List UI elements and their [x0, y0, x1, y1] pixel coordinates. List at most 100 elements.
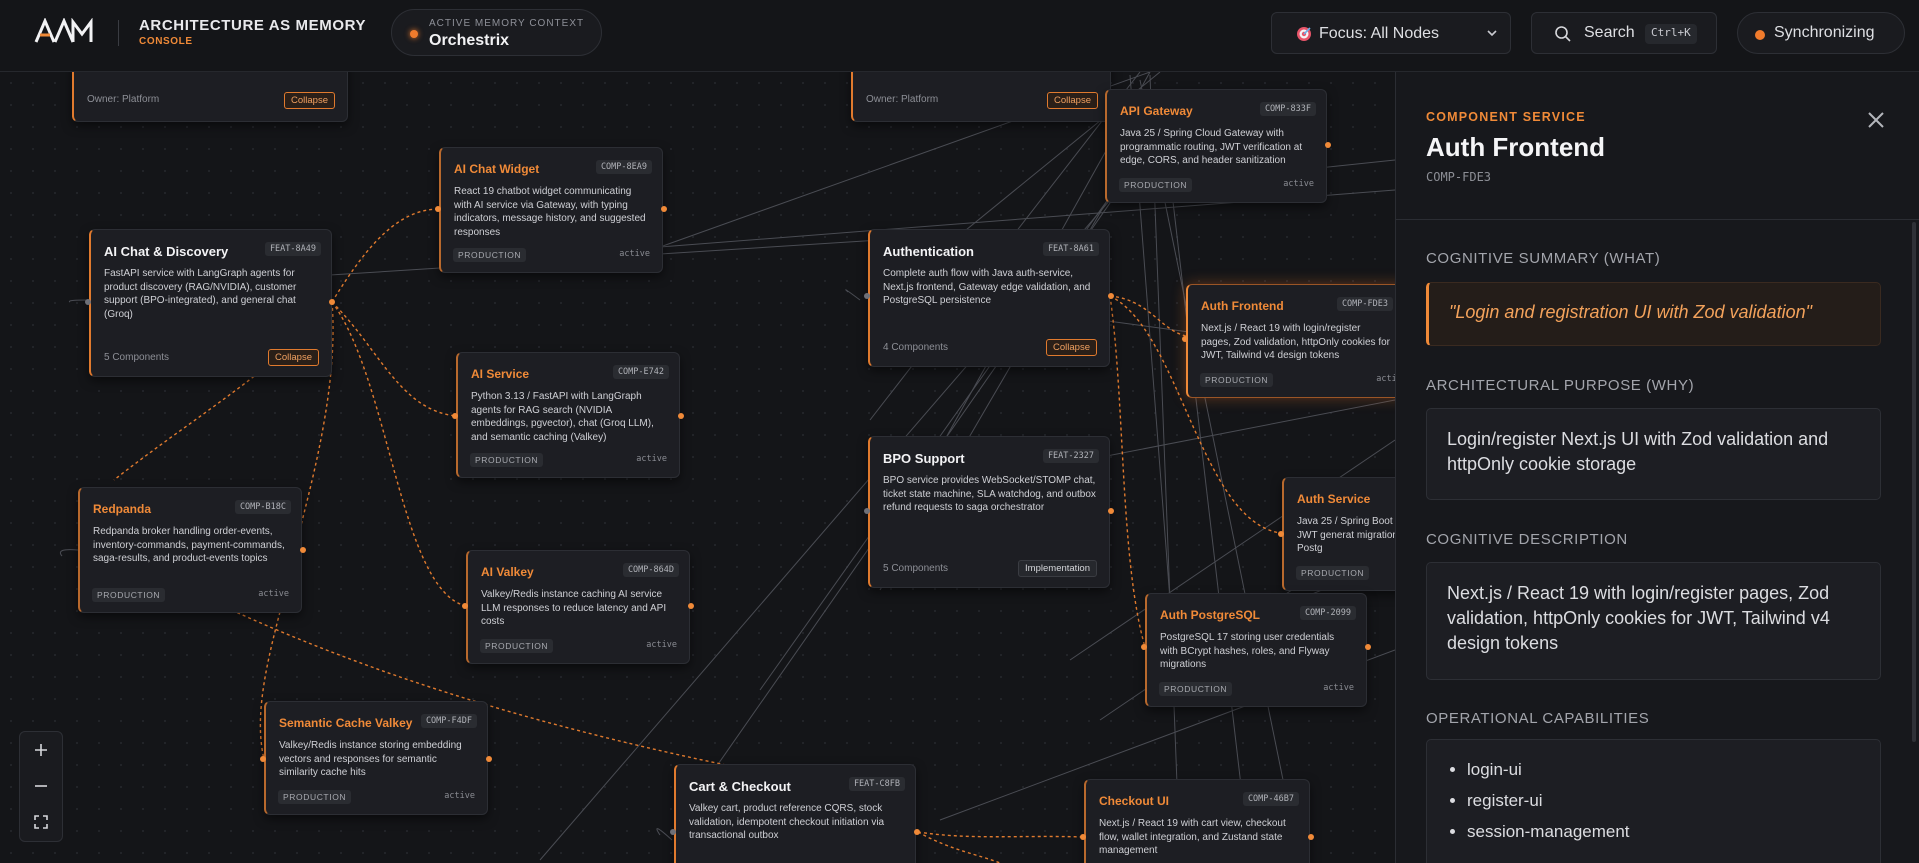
capabilities-heading: OPERATIONAL CAPABILITIES [1426, 710, 1650, 727]
feature-node-platform-left[interactable]: Owner: Platform Collapse [72, 72, 348, 122]
port-handle[interactable] [914, 829, 920, 835]
node-tag: PRODUCTION [1119, 178, 1193, 192]
node-description: PostgreSQL 17 storing user credentials w… [1160, 632, 1335, 670]
top-bar: ARCHITECTURE AS MEMORY CONSOLE ACTIVE ME… [0, 0, 1919, 72]
search-button[interactable]: Search Ctrl+K [1531, 12, 1717, 54]
port-handle[interactable] [486, 756, 492, 762]
component-node-auth-service[interactable]: Auth Service Java 25 / Spring Boot hashi… [1282, 477, 1395, 591]
port-handle[interactable] [688, 603, 694, 609]
port-handle[interactable] [1080, 834, 1086, 840]
feature-node-bpo-support[interactable]: BPO Support FEAT-2327 BPO service provid… [868, 436, 1110, 588]
port-handle[interactable] [1325, 142, 1331, 148]
node-id: COMP-F4DF [420, 714, 477, 728]
port-handle[interactable] [462, 603, 468, 609]
feature-node-ai-chat-discovery[interactable]: AI Chat & Discovery FEAT-8A49 FastAPI se… [89, 229, 332, 377]
node-id: COMP-B18C [234, 500, 291, 514]
collapse-button[interactable]: Collapse [1047, 92, 1098, 109]
graph-canvas[interactable]: Owner: Platform Collapse Owner: Platform… [0, 72, 1395, 863]
summary-heading: COGNITIVE SUMMARY (WHAT) [1426, 250, 1661, 267]
component-node-api-gateway[interactable]: API Gateway COMP-833F Java 25 / Spring C… [1105, 89, 1327, 203]
node-id: COMP-864D [622, 563, 679, 577]
node-id: COMP-2099 [1299, 606, 1356, 620]
component-node-auth-frontend[interactable]: Auth Frontend COMP-FDE3 Next.js / React … [1186, 284, 1395, 398]
collapse-button[interactable]: Collapse [268, 349, 319, 366]
node-description: Java 25 / Spring Cloud Gateway with prog… [1120, 128, 1303, 166]
port-handle[interactable] [452, 413, 458, 419]
node-status: active [1376, 374, 1395, 384]
focus-select[interactable]: Focus: All Nodes [1271, 12, 1511, 54]
feature-node-cart-checkout[interactable]: Cart & Checkout FEAT-C8FB Valkey cart, p… [674, 764, 916, 863]
collapse-button[interactable]: Collapse [284, 92, 335, 109]
collapse-button[interactable]: Collapse [1046, 339, 1097, 356]
node-title: Checkout UI [1099, 794, 1170, 808]
port-handle[interactable] [864, 293, 870, 299]
node-status: active [444, 791, 475, 801]
active-context-chip[interactable]: ACTIVE MEMORY CONTEXT Orchestrix [391, 9, 602, 56]
component-node-ai-service[interactable]: AI Service COMP-E742 Python 3.13 / FastA… [456, 352, 680, 478]
node-description: Next.js / React 19 with login/register p… [1201, 323, 1390, 361]
component-node-auth-postgresql[interactable]: Auth PostgreSQL COMP-2099 PostgreSQL 17 … [1145, 593, 1367, 707]
feature-node-authentication[interactable]: Authentication FEAT-8A61 Complete auth f… [868, 229, 1110, 367]
capabilities-list: login-ui register-ui session-management [1426, 739, 1881, 863]
node-owner: Owner: Platform [87, 94, 160, 105]
node-id: FEAT-8A61 [1042, 242, 1099, 256]
component-node-semantic-cache-valkey[interactable]: Semantic Cache Valkey COMP-F4DF Valkey/R… [264, 701, 488, 815]
panel-scrollbar[interactable] [1912, 222, 1916, 742]
port-handle[interactable] [670, 829, 676, 835]
node-title: AI Service [471, 367, 530, 381]
port-handle[interactable] [1182, 336, 1188, 342]
node-title: Auth PostgreSQL [1160, 608, 1261, 622]
panel-kicker: COMPONENT SERVICE [1426, 110, 1586, 124]
panel-id: COMP-FDE3 [1426, 170, 1492, 184]
node-id: COMP-8EA9 [595, 160, 652, 174]
node-id: FEAT-C8FB [848, 777, 905, 791]
port-handle[interactable] [864, 508, 870, 514]
port-handle[interactable] [1308, 834, 1314, 840]
zoom-in-button[interactable] [20, 732, 62, 768]
purpose-heading: ARCHITECTURAL PURPOSE (WHY) [1426, 377, 1695, 394]
node-title: AI Valkey [481, 565, 534, 579]
port-handle[interactable] [300, 547, 306, 553]
node-tag: PRODUCTION [278, 790, 352, 804]
component-node-redpanda[interactable]: Redpanda COMP-B18C Redpanda broker handl… [78, 487, 302, 613]
brand-subtitle: CONSOLE [139, 36, 193, 47]
component-node-checkout-ui[interactable]: Checkout UI COMP-46B7 Next.js / React 19… [1084, 779, 1310, 863]
zoom-out-button[interactable] [20, 768, 62, 804]
port-handle[interactable] [435, 206, 441, 212]
feature-node-platform-right[interactable]: Owner: Platform Collapse [851, 72, 1111, 122]
node-title: AI Chat Widget [454, 162, 540, 176]
node-description: Valkey/Redis instance caching AI service… [481, 589, 667, 627]
port-handle[interactable] [1108, 508, 1114, 514]
port-handle[interactable] [85, 299, 91, 305]
port-handle[interactable] [1108, 293, 1114, 299]
fit-view-button[interactable] [20, 804, 62, 840]
port-handle[interactable] [1365, 644, 1371, 650]
node-title: Auth Frontend [1201, 299, 1284, 313]
node-tag: PRODUCTION [470, 453, 544, 467]
node-description: Java 25 / Spring Boot hashing, JWT gener… [1297, 516, 1395, 554]
description-box: Next.js / React 19 with login/register p… [1426, 562, 1881, 680]
component-node-ai-chat-widget[interactable]: AI Chat Widget COMP-8EA9 React 19 chatbo… [439, 147, 663, 273]
port-handle[interactable] [329, 299, 335, 305]
port-handle[interactable] [1141, 644, 1147, 650]
implementation-button[interactable]: Implementation [1018, 560, 1097, 577]
chevron-down-icon [1487, 30, 1497, 37]
context-label: ACTIVE MEMORY CONTEXT [429, 18, 585, 29]
close-icon[interactable] [1864, 108, 1888, 132]
status-dot-icon [1755, 30, 1765, 40]
node-id: COMP-FDE3 [1336, 297, 1393, 311]
node-description: FastAPI service with LangGraph agents fo… [104, 268, 297, 320]
search-icon [1555, 26, 1571, 42]
port-handle[interactable] [678, 413, 684, 419]
detail-panel: COMPONENT SERVICE Auth Frontend COMP-FDE… [1395, 72, 1919, 863]
node-id: FEAT-2327 [1042, 449, 1099, 463]
node-description: Valkey/Redis instance storing embedding … [279, 740, 462, 778]
port-handle[interactable] [260, 756, 266, 762]
context-value: Orchestrix [429, 32, 510, 49]
port-handle[interactable] [661, 206, 667, 212]
component-node-ai-valkey[interactable]: AI Valkey COMP-864D Valkey/Redis instanc… [466, 550, 690, 664]
node-component-count: 5 Components [104, 352, 170, 363]
port-handle[interactable] [1278, 531, 1284, 537]
node-status: active [619, 249, 650, 259]
node-status: active [1283, 179, 1314, 189]
